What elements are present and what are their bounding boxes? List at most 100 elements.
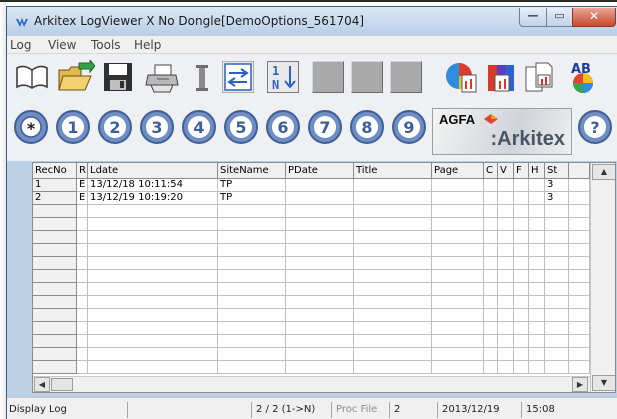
col-title[interactable]: Title (354, 163, 432, 179)
table-cell[interactable] (218, 296, 286, 309)
table-cell[interactable] (218, 335, 286, 348)
table-cell[interactable] (569, 244, 590, 257)
table-cell[interactable] (529, 192, 545, 205)
number-button-4[interactable]: 4 (181, 109, 217, 145)
table-cell[interactable] (88, 283, 218, 296)
number-button-7[interactable]: 7 (307, 109, 343, 145)
table-cell[interactable] (88, 335, 218, 348)
scroll-up-button[interactable]: ▲ (592, 164, 615, 180)
table-cell[interactable] (484, 218, 498, 231)
save-disk-icon[interactable] (102, 61, 134, 93)
table-cell[interactable] (354, 218, 432, 231)
horizontal-scroll-thumb[interactable] (51, 378, 73, 391)
table-cell[interactable] (354, 231, 432, 244)
row-header-cell[interactable] (33, 283, 77, 296)
table-cell[interactable] (514, 205, 529, 218)
table-cell[interactable] (484, 296, 498, 309)
table-cell[interactable] (432, 361, 484, 374)
table-cell[interactable] (498, 244, 514, 257)
color-globe-icon[interactable] (444, 61, 478, 93)
col-sitename[interactable]: SiteName (218, 163, 286, 179)
scroll-down-button[interactable]: ▼ (592, 375, 615, 391)
table-cell[interactable] (484, 244, 498, 257)
tool-slot-3[interactable] (390, 61, 422, 93)
table-cell[interactable] (529, 205, 545, 218)
table-cell[interactable]: TP (218, 192, 286, 205)
table-cell[interactable] (529, 309, 545, 322)
table-cell[interactable] (218, 283, 286, 296)
menu-help[interactable]: Help (134, 38, 161, 52)
table-cell[interactable] (569, 257, 590, 270)
table-cell[interactable] (484, 361, 498, 374)
table-cell[interactable] (569, 296, 590, 309)
row-header-cell[interactable] (33, 270, 77, 283)
table-cell[interactable] (218, 218, 286, 231)
table-cell[interactable]: 13/12/19 10:19:20 (88, 192, 218, 205)
table-cell[interactable] (514, 179, 529, 192)
menu-view[interactable]: View (48, 38, 76, 52)
table-cell[interactable] (498, 309, 514, 322)
table-cell[interactable] (514, 244, 529, 257)
table-cell[interactable] (514, 257, 529, 270)
row-header-cell[interactable] (33, 257, 77, 270)
table-cell[interactable] (514, 283, 529, 296)
table-cell[interactable] (484, 322, 498, 335)
table-cell[interactable] (286, 296, 354, 309)
table-cell[interactable] (529, 231, 545, 244)
table-cell[interactable] (529, 335, 545, 348)
table-cell[interactable] (545, 296, 569, 309)
table-cell[interactable] (432, 322, 484, 335)
row-header-cell[interactable]: 1 (33, 179, 77, 192)
col-pdate[interactable]: PDate (286, 163, 354, 179)
table-cell[interactable] (569, 309, 590, 322)
close-button[interactable]: ✕ (572, 8, 616, 27)
table-cell[interactable] (498, 322, 514, 335)
sort-1-n-button[interactable]: 1 N (267, 61, 299, 93)
table-cell[interactable] (498, 179, 514, 192)
table-cell[interactable] (354, 244, 432, 257)
table-cell[interactable] (432, 296, 484, 309)
table-cell[interactable]: TP (218, 179, 286, 192)
table-cell[interactable] (569, 348, 590, 361)
table-cell[interactable] (354, 205, 432, 218)
row-header-cell[interactable] (33, 348, 77, 361)
table-cell[interactable] (545, 322, 569, 335)
table-cell[interactable] (88, 322, 218, 335)
table-cell[interactable] (514, 361, 529, 374)
col-st[interactable]: St (545, 163, 569, 179)
table-cell[interactable] (88, 244, 218, 257)
table-cell[interactable] (498, 361, 514, 374)
table-cell[interactable] (432, 205, 484, 218)
table-cell[interactable] (498, 192, 514, 205)
table-cell[interactable] (498, 270, 514, 283)
table-cell[interactable] (218, 244, 286, 257)
table-cell[interactable] (514, 335, 529, 348)
table-cell[interactable] (529, 257, 545, 270)
scroll-left-button[interactable]: ◀ (34, 377, 50, 392)
row-header-cell[interactable] (33, 296, 77, 309)
table-cell[interactable] (77, 296, 88, 309)
table-cell[interactable] (514, 296, 529, 309)
table-cell[interactable] (529, 361, 545, 374)
table-cell[interactable] (88, 257, 218, 270)
row-header-cell[interactable] (33, 309, 77, 322)
table-cell[interactable] (529, 322, 545, 335)
number-button-2[interactable]: 2 (97, 109, 133, 145)
vertical-scrollbar[interactable]: ▲ ▼ (590, 163, 615, 392)
table-cell[interactable] (286, 218, 354, 231)
table-cell[interactable] (545, 283, 569, 296)
table-cell[interactable] (286, 231, 354, 244)
log-grid[interactable]: RecNo R Ldate SiteName PDate Title Page … (32, 162, 616, 393)
tool-slot-1[interactable] (312, 61, 344, 93)
table-cell[interactable] (354, 335, 432, 348)
table-cell[interactable] (484, 335, 498, 348)
table-cell[interactable] (569, 322, 590, 335)
table-cell[interactable] (286, 309, 354, 322)
table-cell[interactable] (354, 179, 432, 192)
table-cell[interactable] (569, 270, 590, 283)
table-cell[interactable] (484, 192, 498, 205)
table-cell[interactable] (432, 192, 484, 205)
table-cell[interactable] (498, 218, 514, 231)
table-cell[interactable] (529, 179, 545, 192)
table-cell[interactable] (545, 257, 569, 270)
